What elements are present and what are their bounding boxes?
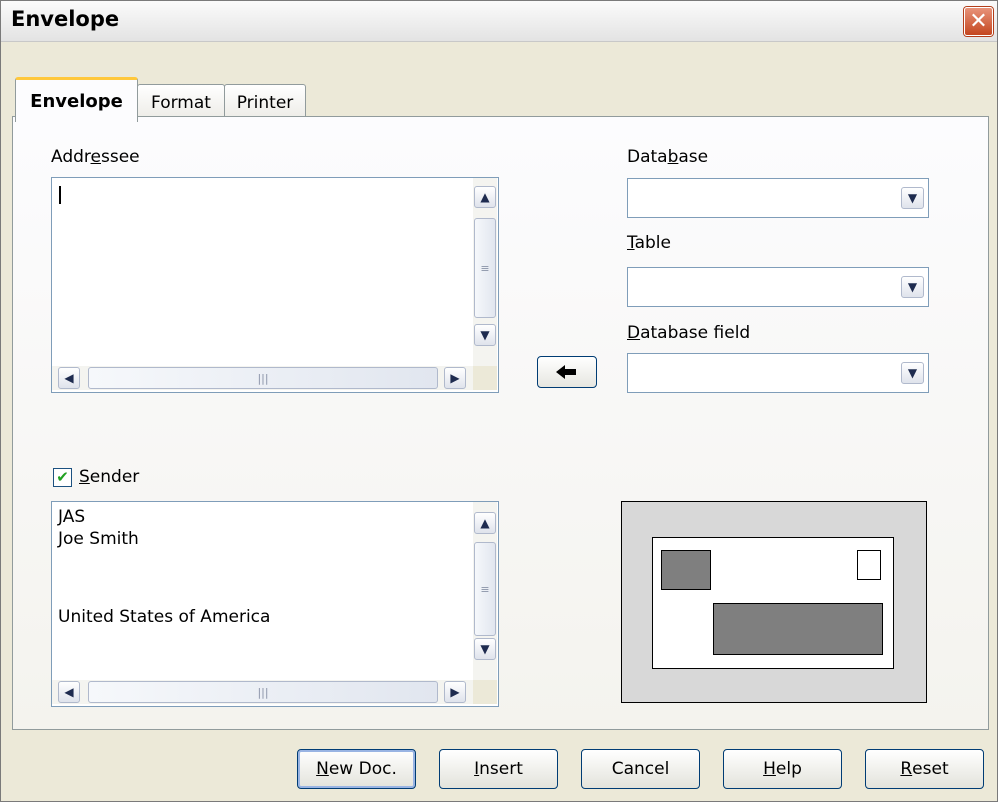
grip-icon: ≡: [480, 582, 490, 596]
text-cursor: [59, 186, 61, 204]
cancel-button[interactable]: Cancel: [581, 749, 700, 789]
scroll-up-button[interactable]: ▲: [474, 512, 496, 534]
grip-icon: |||: [257, 371, 269, 385]
sender-text: JAS Joe Smith United States of America: [58, 506, 270, 628]
table-label: Table: [627, 233, 671, 253]
chevron-down-icon: ▼: [907, 366, 918, 380]
envelope-preview-shape: [652, 537, 894, 669]
database-field-dropdown[interactable]: ▼: [627, 353, 929, 393]
scroll-corner: [473, 680, 497, 704]
scroll-right-button[interactable]: ▶: [444, 367, 466, 389]
chevron-right-icon: ▶: [450, 371, 460, 385]
sender-line: United States of America: [58, 607, 271, 627]
sender-checkbox[interactable]: ✔: [53, 468, 72, 487]
sender-line: [58, 550, 270, 572]
scroll-up-button[interactable]: ▲: [474, 186, 496, 208]
tab-format[interactable]: Format: [137, 84, 225, 120]
database-label: Database: [627, 147, 709, 167]
sender-line: JAS: [58, 507, 86, 527]
sender-textarea[interactable]: JAS Joe Smith United States of America ▲…: [51, 501, 499, 707]
dropdown-button[interactable]: ▼: [901, 362, 924, 384]
sender-address-block: [661, 550, 711, 590]
scroll-thumb[interactable]: |||: [88, 681, 438, 703]
tab-printer-label: Printer: [236, 92, 294, 113]
chevron-up-icon: ▲: [480, 190, 490, 204]
envelope-preview: [621, 501, 927, 703]
new-doc-button[interactable]: New Doc.: [297, 749, 416, 789]
addressee-vscroll[interactable]: ▲ ≡ ▼: [473, 178, 497, 366]
close-icon: ✕: [969, 8, 988, 34]
sender-hscroll[interactable]: ◀ ||| ▶: [52, 680, 473, 704]
tab-printer[interactable]: Printer: [224, 84, 306, 120]
stamp-block: [857, 550, 881, 580]
scroll-right-button[interactable]: ▶: [444, 681, 466, 703]
sender-vscroll[interactable]: ▲ ≡ ▼: [473, 502, 497, 680]
dropdown-button[interactable]: ▼: [901, 276, 924, 298]
sender-line: [58, 572, 270, 606]
title-bar[interactable]: Envelope ✕: [1, 1, 997, 42]
addressee-textarea[interactable]: ▲ ≡ ▼ ◀ ||| ▶: [51, 177, 499, 393]
scroll-thumb[interactable]: ≡: [474, 218, 496, 318]
envelope-dialog: Envelope ✕ Envelope Format Printer Addre…: [0, 0, 998, 802]
tab-envelope-label: Envelope: [30, 90, 123, 112]
chevron-left-icon: ◀: [64, 371, 74, 385]
chevron-down-icon: ▼: [907, 280, 918, 294]
scroll-left-button[interactable]: ◀: [58, 367, 80, 389]
database-field-label: Database field: [627, 323, 751, 343]
dropdown-button[interactable]: ▼: [901, 187, 924, 209]
chevron-down-icon: ▼: [480, 328, 490, 342]
chevron-down-icon: ▼: [480, 642, 490, 656]
sender-line: Joe Smith: [58, 529, 139, 549]
tab-envelope[interactable]: Envelope: [15, 77, 138, 122]
scroll-thumb[interactable]: ≡: [474, 542, 496, 636]
scroll-corner: [473, 366, 497, 390]
scroll-left-button[interactable]: ◀: [58, 681, 80, 703]
scroll-down-button[interactable]: ▼: [474, 638, 496, 660]
grip-icon: ≡: [480, 261, 490, 275]
chevron-right-icon: ▶: [450, 685, 460, 699]
checkmark-icon: ✔: [56, 468, 69, 486]
arrow-left-icon: [556, 365, 576, 379]
chevron-up-icon: ▲: [480, 516, 490, 530]
window-title: Envelope: [11, 7, 120, 31]
addressee-hscroll[interactable]: ◀ ||| ▶: [52, 366, 473, 390]
reset-button[interactable]: Reset: [865, 749, 984, 789]
insert-field-button[interactable]: [537, 356, 597, 388]
close-button[interactable]: ✕: [964, 7, 993, 36]
insert-button[interactable]: Insert: [439, 749, 558, 789]
addressee-label: Addressee: [51, 147, 140, 167]
help-button[interactable]: Help: [723, 749, 842, 789]
tab-format-label: Format: [151, 92, 211, 113]
chevron-down-icon: ▼: [907, 191, 918, 205]
grip-icon: |||: [257, 685, 269, 699]
chevron-left-icon: ◀: [64, 685, 74, 699]
scroll-down-button[interactable]: ▼: [474, 324, 496, 346]
scroll-thumb[interactable]: |||: [88, 367, 438, 389]
table-dropdown[interactable]: ▼: [627, 267, 929, 307]
sender-label[interactable]: Sender: [79, 467, 139, 487]
addressee-block: [713, 603, 883, 655]
database-dropdown[interactable]: ▼: [627, 178, 929, 218]
